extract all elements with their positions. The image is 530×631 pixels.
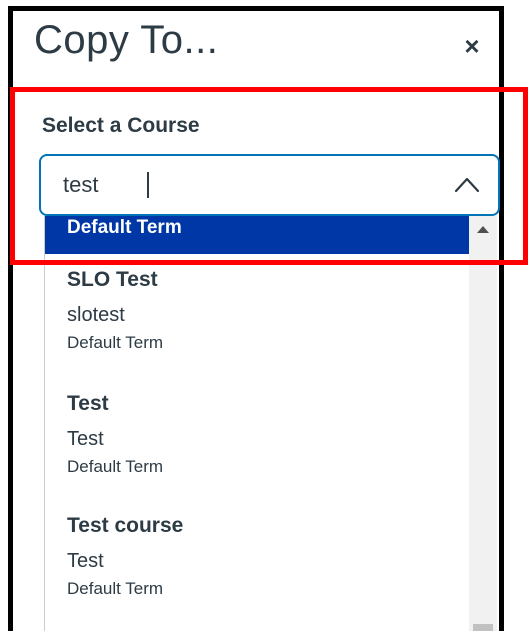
course-option-name: SLO Test	[67, 268, 158, 291]
close-icon[interactable]: ×	[460, 33, 484, 59]
course-search-input[interactable]	[63, 168, 423, 202]
course-option-test[interactable]: Test Test Default Term	[67, 390, 457, 480]
course-option-code: Test	[67, 428, 104, 450]
course-option-name: Test course	[67, 514, 184, 537]
listbox-scrollbar[interactable]	[469, 216, 497, 631]
chevron-up-icon[interactable]	[453, 173, 481, 197]
highlighted-option[interactable]: Default Term	[45, 216, 469, 254]
dialog-title: Copy To...	[34, 18, 219, 62]
text-cursor	[147, 172, 149, 198]
course-option-code: Test	[67, 550, 104, 572]
course-options-listbox: Default Term SLO Test slotest Default Te…	[44, 216, 497, 631]
scroll-up-arrow-icon[interactable]	[477, 226, 489, 233]
course-option-test-course[interactable]: Test course Test Default Term	[67, 512, 457, 602]
screenshot-stage: Copy To... × Select a Course Default Ter…	[0, 0, 530, 631]
highlighted-option-term: Default Term	[67, 217, 182, 238]
course-option-term: Default Term	[67, 579, 164, 598]
course-combobox[interactable]	[39, 154, 500, 216]
course-option-slo-test[interactable]: SLO Test slotest Default Term	[67, 266, 457, 356]
course-option-code: slotest	[67, 304, 125, 326]
course-option-term: Default Term	[67, 457, 164, 476]
course-option-term: Default Term	[67, 333, 164, 352]
scrollbar-thumb[interactable]	[473, 624, 493, 631]
course-option-name: Test	[67, 392, 109, 415]
select-course-label: Select a Course	[42, 114, 200, 137]
